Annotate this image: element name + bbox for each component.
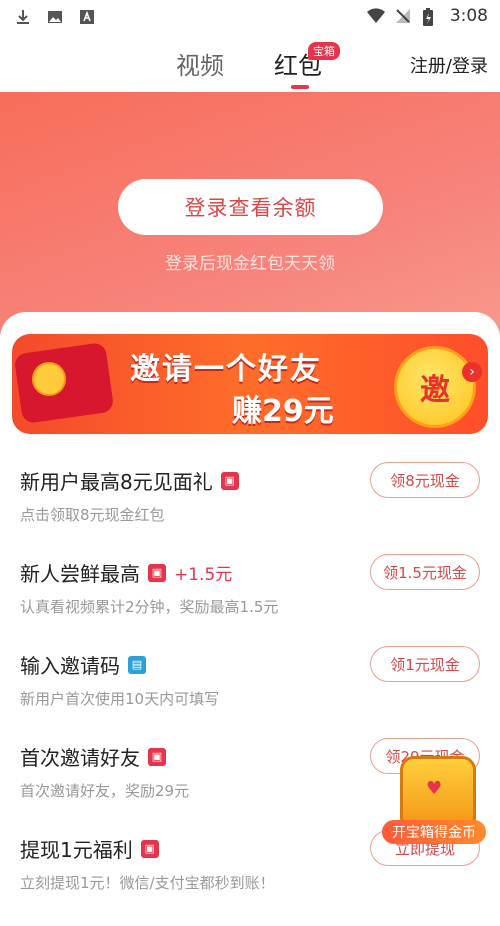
task-item: 新人尝鲜最高 ▣ +1.5元 认真看视频累计2分钟，奖励最高1.5元 领1.5元… <box>0 554 500 650</box>
chevron-right-icon: › <box>462 362 482 382</box>
text-app-icon <box>78 8 96 26</box>
no-signal-icon <box>394 7 412 25</box>
task-title: 输入邀请码 <box>20 654 120 678</box>
register-login-link[interactable]: 注册/登录 <box>410 52 488 78</box>
task-description: 立刻提现1元！微信/支付宝都秒到账！ <box>20 874 275 892</box>
banner-subtitle: 赚29元 <box>232 394 334 429</box>
invite-label: 邀 <box>420 373 450 408</box>
invite-friend-banner[interactable]: 邀请一个好友 赚29元 邀 › <box>12 334 488 434</box>
claim-8-yuan-button[interactable]: 领8元现金 <box>370 462 480 498</box>
status-time: 3:08 <box>449 6 488 26</box>
image-icon <box>46 8 64 26</box>
task-description: 首次邀请好友，奖励29元 <box>20 782 190 800</box>
coin-icon <box>32 362 66 396</box>
gift-icon: ▣ <box>220 471 239 490</box>
task-title: 首次邀请好友 <box>20 746 140 770</box>
tab-video[interactable]: 视频 <box>176 46 224 81</box>
treasure-chest-label: 开宝箱得金币 <box>382 820 486 844</box>
task-item: 输入邀请码 ▤ 新用户首次使用10天内可填写 领1元现金 <box>0 646 500 742</box>
task-item: 新用户最高8元见面礼 ▣ 点击领取8元现金红包 领8元现金 <box>0 462 500 558</box>
claim-1-yuan-button[interactable]: 领1元现金 <box>370 646 480 682</box>
gift-icon: ▣ <box>148 747 166 766</box>
task-description: 点击领取8元现金红包 <box>20 506 165 524</box>
wifi-icon <box>366 7 385 25</box>
top-navigation: 视频 红包 宝箱 注册/登录 <box>0 36 500 92</box>
task-description: 认真看视频累计2分钟，奖励最高1.5元 <box>20 598 279 616</box>
login-view-balance-button[interactable]: 登录查看余额 <box>118 179 383 235</box>
claim-1-5-yuan-button[interactable]: 领1.5元现金 <box>370 554 480 590</box>
hero-subtitle: 登录后现金红包天天领 <box>165 254 335 274</box>
code-icon: ▤ <box>128 655 146 674</box>
task-bonus: +1.5元 <box>174 565 233 585</box>
treasure-chest-widget[interactable]: ♥ 开宝箱得金币 <box>382 756 486 848</box>
task-description: 新用户首次使用10天内可填写 <box>20 690 220 708</box>
task-title: 提现1元福利 <box>20 838 133 862</box>
gift-icon: ▣ <box>148 563 166 582</box>
task-title: 新人尝鲜最高 <box>20 562 140 586</box>
task-title: 新用户最高8元见面礼 <box>20 470 213 494</box>
battery-charging-icon <box>422 7 440 26</box>
invite-button[interactable]: 邀 <box>394 346 476 428</box>
treasure-badge: 宝箱 <box>308 42 340 60</box>
gift-icon: ▣ <box>140 839 159 858</box>
download-icon <box>14 8 32 26</box>
banner-title: 邀请一个好友 <box>130 352 322 387</box>
active-tab-indicator <box>291 85 309 89</box>
status-bar: 3:08 <box>0 0 500 36</box>
heart-icon: ♥ <box>426 778 443 799</box>
